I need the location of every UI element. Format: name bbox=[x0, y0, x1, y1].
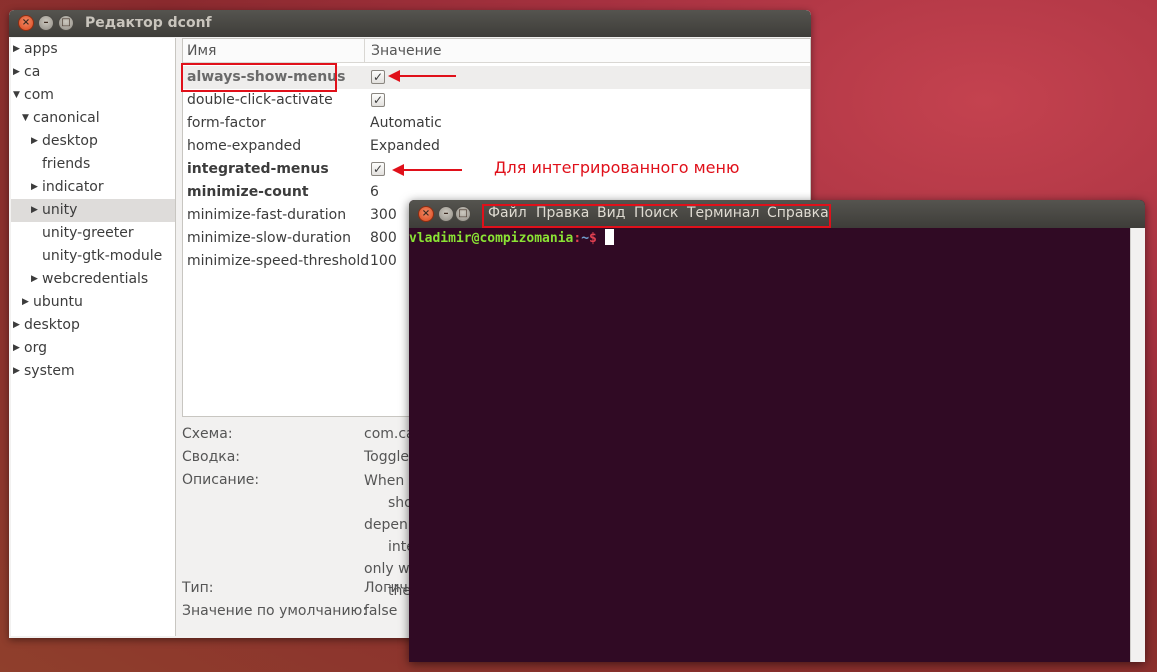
expander-icon[interactable]: ▶ bbox=[13, 337, 20, 360]
key-name: minimize-count bbox=[187, 184, 309, 200]
summary-value: Toggle bbox=[364, 449, 410, 465]
annotation-text: Для интегрированного меню bbox=[494, 158, 740, 177]
red-arrow-icon bbox=[392, 164, 462, 176]
expander-icon[interactable]: ▶ bbox=[13, 314, 20, 337]
close-window-button[interactable]: × bbox=[418, 206, 434, 222]
terminal-prompt[interactable]: vladimir@compizomania:~$ bbox=[409, 229, 614, 248]
key-name: form-factor bbox=[187, 115, 266, 131]
tree-item-system[interactable]: ▶ system bbox=[11, 360, 175, 383]
key-name: minimize-slow-duration bbox=[187, 230, 351, 246]
minimize-icon: – bbox=[443, 208, 449, 219]
expander-icon[interactable]: ▶ bbox=[31, 130, 38, 153]
tree-item-unity[interactable]: ▶ unity bbox=[11, 199, 175, 222]
summary-label: Сводка: bbox=[182, 449, 241, 465]
key-value[interactable]: Expanded bbox=[370, 135, 440, 158]
key-name: integrated-menus bbox=[187, 161, 329, 177]
minimize-icon: – bbox=[43, 17, 49, 28]
column-header-value[interactable]: Значение bbox=[365, 39, 810, 63]
tree-item-ubuntu[interactable]: ▶ ubuntu bbox=[11, 291, 175, 314]
column-header-name[interactable]: Имя bbox=[183, 39, 365, 63]
prompt-user: vladimir@compizomania bbox=[409, 231, 574, 246]
type-value: Логич bbox=[364, 580, 408, 596]
close-icon: × bbox=[421, 208, 431, 219]
tree-item-com[interactable]: ▼ com bbox=[11, 84, 175, 107]
dconf-titlebar[interactable]: × – □ Редактор dconf bbox=[9, 10, 811, 37]
tree-item-canonical[interactable]: ▼ canonical bbox=[11, 107, 175, 130]
red-arrow-icon bbox=[388, 70, 456, 82]
type-label: Тип: bbox=[182, 580, 214, 596]
minimize-window-button[interactable]: – bbox=[38, 15, 54, 31]
key-row-home-expanded[interactable]: home-expanded Expanded bbox=[183, 135, 810, 158]
tree-item-ca[interactable]: ▶ ca bbox=[11, 61, 175, 84]
key-row-form-factor[interactable]: form-factor Automatic bbox=[183, 112, 810, 135]
highlight-terminal-menubar bbox=[482, 204, 831, 228]
prompt-sign: $ bbox=[589, 231, 597, 246]
expander-icon[interactable]: ▼ bbox=[22, 107, 29, 130]
close-icon: × bbox=[21, 17, 31, 28]
minimize-window-button[interactable]: – bbox=[438, 206, 454, 222]
tree-item-desktop[interactable]: ▶ desktop bbox=[11, 130, 175, 153]
key-name: double-click-activate bbox=[187, 92, 333, 108]
expander-icon[interactable]: ▶ bbox=[31, 268, 38, 291]
key-name: minimize-speed-threshold bbox=[187, 253, 370, 269]
schema-value: com.ca bbox=[364, 426, 415, 442]
expander-icon[interactable]: ▼ bbox=[13, 84, 20, 107]
tree-item-unity-greeter[interactable]: unity-greeter bbox=[11, 222, 175, 245]
key-checkbox[interactable]: ✓ bbox=[371, 162, 385, 176]
tree-item-apps[interactable]: ▶ apps bbox=[11, 38, 175, 61]
schema-tree: ▶ apps ▶ ca ▼ com ▼ canonical ▶ desktop frien… bbox=[11, 38, 176, 636]
tree-item-desktop-root[interactable]: ▶ desktop bbox=[11, 314, 175, 337]
default-label: Значение по умолчанию: bbox=[182, 603, 368, 619]
window-title: Редактор dconf bbox=[85, 15, 212, 31]
expander-icon[interactable]: ▶ bbox=[13, 38, 20, 61]
tree-item-unity-gtk-module[interactable]: unity-gtk-module bbox=[11, 245, 175, 268]
tree-item-indicator[interactable]: ▶ indicator bbox=[11, 176, 175, 199]
key-value[interactable]: 300 bbox=[370, 204, 397, 227]
terminal-window[interactable]: × – □ Файл Правка Вид Поиск Терминал Спр… bbox=[409, 200, 1145, 662]
expander-icon[interactable]: ▶ bbox=[13, 61, 20, 84]
key-value[interactable]: 800 bbox=[370, 227, 397, 250]
expander-icon[interactable]: ▶ bbox=[31, 199, 38, 222]
key-name: home-expanded bbox=[187, 138, 302, 154]
expander-icon[interactable]: ▶ bbox=[13, 360, 20, 383]
key-value[interactable]: 100 bbox=[370, 250, 397, 273]
key-name: minimize-fast-duration bbox=[187, 207, 347, 223]
maximize-window-button[interactable]: □ bbox=[58, 15, 74, 31]
tree-item-friends[interactable]: friends bbox=[11, 153, 175, 176]
key-checkbox[interactable]: ✓ bbox=[371, 93, 385, 107]
terminal-scrollbar[interactable] bbox=[1130, 228, 1145, 662]
expander-icon[interactable]: ▶ bbox=[22, 291, 29, 314]
key-value[interactable]: Automatic bbox=[370, 112, 442, 135]
tree-item-org[interactable]: ▶ org bbox=[11, 337, 175, 360]
schema-label: Схема: bbox=[182, 426, 233, 442]
highlight-always-show-menus bbox=[181, 63, 337, 92]
default-value: false bbox=[364, 603, 398, 619]
tree-item-webcredentials[interactable]: ▶ webcredentials bbox=[11, 268, 175, 291]
close-window-button[interactable]: × bbox=[18, 15, 34, 31]
key-row-double-click-activate[interactable]: double-click-activate ✓ bbox=[183, 89, 810, 112]
key-value[interactable]: 6 bbox=[370, 181, 379, 204]
maximize-icon: □ bbox=[458, 208, 468, 219]
description-label: Описание: bbox=[182, 472, 260, 488]
prompt-path: ~ bbox=[581, 231, 590, 246]
maximize-icon: □ bbox=[61, 17, 71, 28]
key-checkbox[interactable]: ✓ bbox=[371, 70, 385, 84]
expander-icon[interactable]: ▶ bbox=[31, 176, 38, 199]
text-cursor bbox=[604, 229, 614, 245]
maximize-window-button[interactable]: □ bbox=[455, 206, 471, 222]
